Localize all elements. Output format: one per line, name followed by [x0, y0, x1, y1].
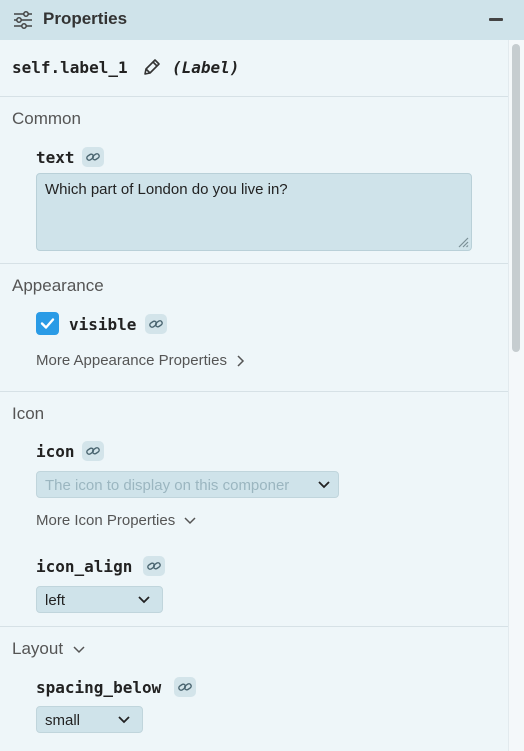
- spacing-below-select[interactable]: small: [36, 706, 143, 733]
- link-icon[interactable]: [82, 147, 104, 167]
- pencil-icon[interactable]: [142, 57, 162, 77]
- link-icon[interactable]: [82, 441, 104, 461]
- textarea-value: Which part of London do you live in?: [45, 181, 288, 198]
- divider: [0, 96, 508, 97]
- more-appearance-label: More Appearance Properties: [36, 352, 227, 369]
- spacing-below-value: small: [45, 712, 81, 729]
- section-title-common: Common: [12, 109, 81, 128]
- properties-panel-header: Properties: [0, 0, 524, 40]
- panel-title: Properties: [43, 9, 128, 28]
- link-icon[interactable]: [174, 677, 196, 697]
- layout-title-label: Layout: [12, 639, 64, 658]
- more-icon-label: More Icon Properties: [36, 512, 176, 529]
- section-title-layout[interactable]: Layout: [12, 639, 86, 659]
- chevron-down-icon: [318, 481, 330, 489]
- more-icon-properties-link[interactable]: More Icon Properties: [36, 512, 197, 529]
- component-type: (Label): [172, 58, 240, 77]
- icon-align-value: left: [45, 592, 66, 609]
- more-appearance-properties-link[interactable]: More Appearance Properties: [36, 352, 245, 369]
- prop-label-text: text: [36, 148, 75, 167]
- section-title-icon: Icon: [12, 404, 45, 423]
- prop-label-spacing-below: spacing_below: [36, 678, 162, 697]
- resize-grip-icon[interactable]: [457, 236, 469, 248]
- chevron-down-icon: [118, 716, 130, 724]
- minus-icon[interactable]: [489, 18, 503, 21]
- prop-label-icon-align: icon_align: [36, 557, 133, 576]
- chevron-down-icon: [138, 596, 150, 604]
- visible-checkbox[interactable]: [36, 312, 59, 335]
- scrollbar-thumb[interactable]: [512, 44, 520, 352]
- divider: [0, 391, 508, 392]
- icon-align-select[interactable]: left: [36, 586, 163, 613]
- sliders-icon: [14, 11, 32, 29]
- divider: [0, 263, 508, 264]
- chevron-down-icon: [73, 645, 85, 653]
- prop-label-icon: icon: [36, 442, 75, 461]
- link-icon[interactable]: [143, 556, 165, 576]
- divider: [0, 626, 508, 627]
- component-name: self.label_1: [12, 58, 128, 77]
- icon-select[interactable]: The icon to display on this componer: [36, 471, 339, 498]
- chevron-down-icon: [184, 517, 196, 525]
- text-value-textarea[interactable]: Which part of London do you live in?: [36, 173, 472, 251]
- icon-select-placeholder: The icon to display on this componer: [45, 477, 290, 494]
- prop-label-visible: visible: [69, 315, 137, 334]
- link-icon[interactable]: [145, 314, 167, 334]
- checkmark-icon: [40, 318, 55, 329]
- section-title-appearance: Appearance: [12, 276, 104, 295]
- chevron-right-icon: [237, 355, 245, 367]
